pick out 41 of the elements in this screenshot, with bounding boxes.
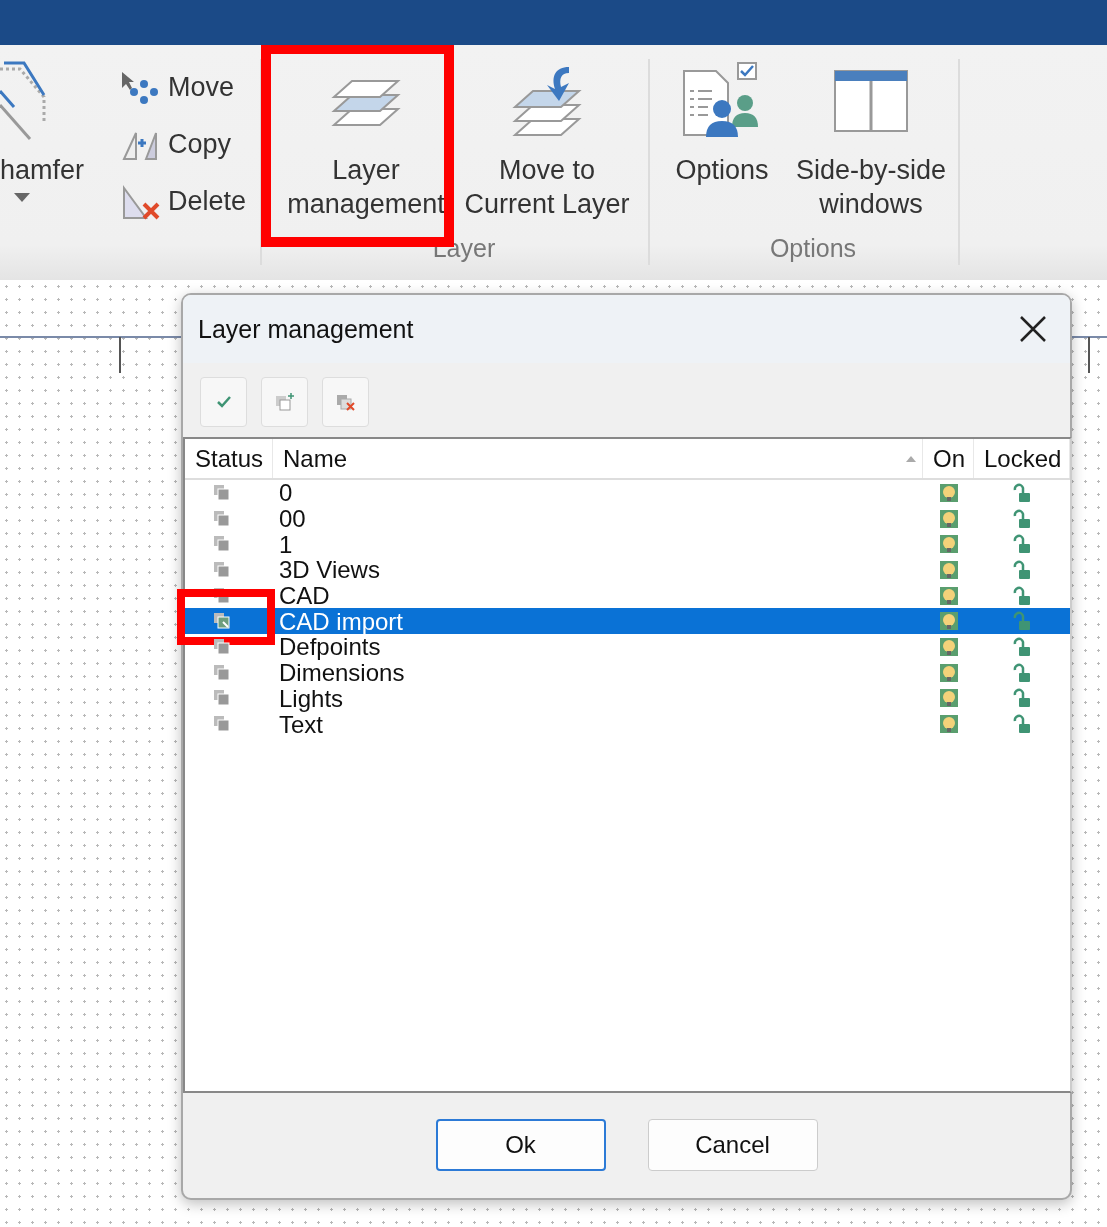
checkmark-icon — [216, 396, 231, 408]
new-layer-button[interactable] — [261, 377, 308, 427]
layer-row[interactable]: Dimensions — [185, 659, 1070, 686]
delete-layer-icon — [335, 393, 356, 411]
layer-name: 3D Views — [279, 557, 380, 583]
layer-row[interactable]: 0 — [185, 480, 1070, 506]
new-layer-icon — [274, 393, 295, 411]
layer-row[interactable]: Lights — [185, 685, 1070, 712]
column-header[interactable]: On — [923, 439, 974, 478]
column-header[interactable]: Locked — [974, 439, 1070, 478]
layer-name: 00 — [279, 506, 306, 532]
ribbon-button[interactable]: hamfer — [0, 59, 100, 249]
column-header[interactable]: Status — [185, 439, 273, 478]
layer-name: 0 — [279, 480, 293, 506]
group-label: Options — [768, 233, 858, 263]
layer-row[interactable]: CAD import — [185, 608, 1070, 635]
layer-row[interactable]: Text — [185, 711, 1070, 737]
delete-layer-button[interactable] — [322, 377, 369, 427]
layer-row[interactable]: 3D Views — [185, 557, 1070, 583]
layer-name: Dimensions — [279, 660, 405, 686]
column-header[interactable]: Name — [273, 439, 923, 478]
layer-name: CAD — [279, 583, 330, 609]
ribbon-button[interactable]: Copy — [120, 116, 247, 173]
dialog-title: Layer management — [198, 314, 414, 344]
layer-name: Text — [279, 711, 323, 737]
ribbon-button[interactable]: Move — [120, 59, 247, 116]
close-button[interactable] — [1018, 314, 1048, 344]
layer-name: CAD import — [279, 608, 404, 634]
delete-icon — [120, 183, 162, 220]
split-window-icon — [833, 69, 909, 133]
layer-name: 1 — [279, 531, 293, 557]
layer-name: Defpoints — [279, 634, 381, 660]
layer-row[interactable]: 00 — [185, 505, 1070, 532]
ribbon-button[interactable]: Delete — [120, 173, 247, 230]
dialog-button[interactable]: Cancel — [647, 1119, 818, 1171]
dialog-button[interactable]: Ok — [435, 1119, 606, 1171]
layer-row[interactable]: Defpoints — [185, 634, 1070, 660]
layer-row[interactable]: CAD — [185, 582, 1070, 609]
set-current-button[interactable] — [200, 377, 247, 427]
layer-row[interactable]: 1 — [185, 531, 1070, 558]
layer-name: Lights — [279, 685, 344, 711]
